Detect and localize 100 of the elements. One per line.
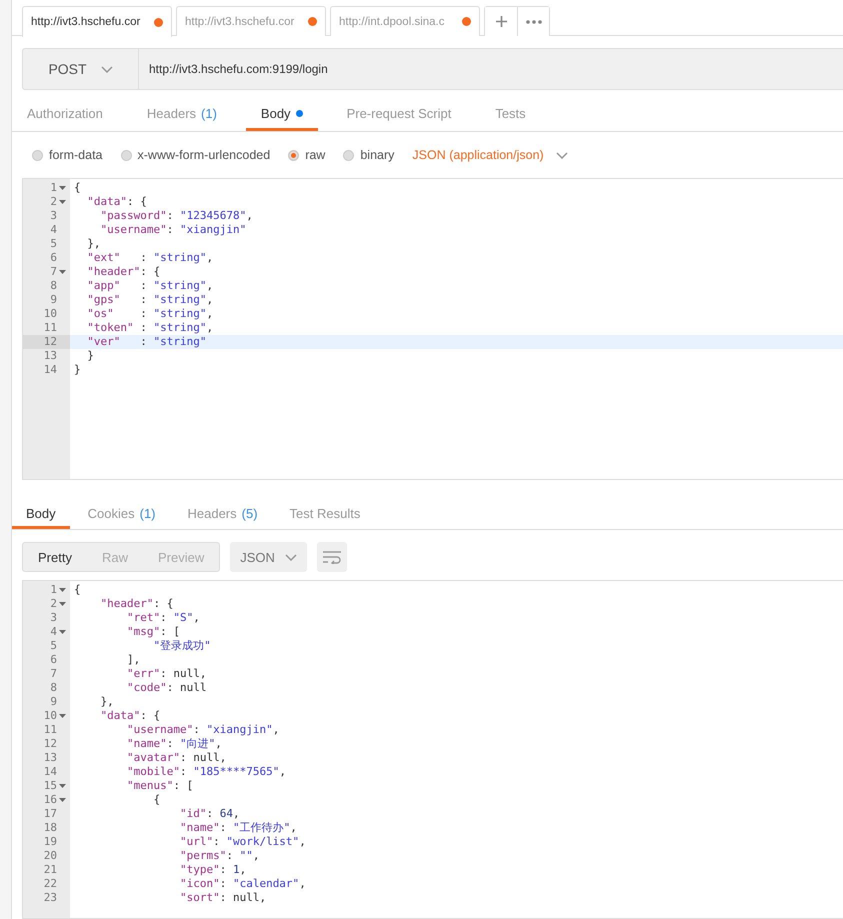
fold-arrow-icon[interactable] (58, 602, 66, 606)
line-number: 16 (44, 793, 57, 807)
wrap-icon (322, 550, 342, 564)
method-dropdown[interactable]: POST (22, 48, 139, 90)
code-line: "username": "xiangjin" (99, 223, 246, 237)
line-number: 4 (50, 625, 57, 639)
more-tabs-button[interactable] (517, 7, 549, 36)
line-number: 13 (44, 751, 57, 765)
code-line: "name": "向进", (126, 737, 222, 751)
body-mode-radio[interactable]: binary (343, 148, 394, 162)
code-line: "登录成功" (152, 639, 211, 653)
response-section-tab[interactable]: Headers (5) (174, 500, 272, 529)
request-tab[interactable]: http://ivt3.hschefu.cor (22, 6, 172, 37)
line-number: 7 (50, 667, 57, 681)
plus-icon (496, 16, 506, 27)
view-mode-button[interactable]: Raw (86, 543, 143, 571)
code-line: }, (99, 695, 114, 709)
line-number: 2 (50, 597, 57, 611)
line-number: 1 (50, 181, 57, 195)
line-number: 21 (44, 863, 57, 877)
chevron-down-icon (100, 66, 113, 72)
code-line: "perms": "", (178, 849, 260, 863)
code-line: "menus": [ (126, 779, 194, 793)
line-number: 9 (50, 695, 57, 709)
more-icon (526, 20, 542, 24)
code-line: "ret": "S", (126, 611, 200, 625)
line-number: 12 (44, 737, 57, 751)
code-line: "avatar": null, (126, 751, 226, 765)
fold-arrow-icon[interactable] (58, 714, 66, 718)
fold-arrow-icon[interactable] (58, 588, 66, 592)
body-mode-radio[interactable]: x-www-form-urlencoded (120, 148, 270, 162)
response-section-tab[interactable]: Body (12, 500, 70, 529)
code-line: { (73, 181, 81, 195)
code-line: { (152, 793, 160, 807)
request-section-tab[interactable]: Body (246, 98, 318, 131)
code-line: "password": "12345678", (99, 209, 253, 223)
line-number: 8 (50, 681, 57, 695)
code-line: "code": null (126, 681, 206, 695)
chevron-down-icon (556, 152, 568, 158)
request-section-tab[interactable]: Authorization (12, 98, 118, 131)
body-mode-radio[interactable]: form-data (32, 148, 102, 162)
request-section-tab[interactable]: Pre-request Script (332, 98, 466, 131)
code-line: "type": 1, (178, 863, 246, 877)
body-type-dropdown[interactable]: JSON (application/json) (412, 148, 568, 162)
code-line: { (73, 583, 81, 597)
line-number: 12 (44, 335, 57, 349)
wrap-lines-button[interactable] (316, 542, 347, 572)
request-tab[interactable]: http://ivt3.hschefu.cor (176, 6, 326, 36)
code-line: "icon": "calendar", (178, 877, 306, 891)
new-tab-button[interactable] (485, 7, 517, 36)
code-line: }, (86, 237, 100, 251)
line-number: 15 (44, 779, 57, 793)
line-number: 10 (44, 307, 57, 321)
code-line: "err": null, (126, 667, 206, 681)
view-mode-button[interactable]: Preview (142, 543, 220, 571)
request-section-tab[interactable]: Tests (480, 98, 541, 131)
code-line: "data": { (99, 709, 160, 723)
line-number: 3 (50, 611, 57, 625)
request-section-tab[interactable]: Headers (1) (132, 98, 232, 131)
code-line: "sort": null, (178, 891, 266, 905)
line-number: 2 (50, 195, 57, 209)
line-number: 23 (44, 891, 57, 905)
response-section-tab[interactable]: Cookies (1) (74, 500, 170, 529)
url-field[interactable]: http://ivt3.hschefu.com:9199/login (139, 48, 843, 90)
line-number: 7 (50, 265, 57, 279)
fold-arrow-icon[interactable] (58, 200, 66, 204)
line-number: 6 (50, 653, 57, 667)
code-line: "ver" : "string" (86, 335, 206, 349)
line-number: 14 (44, 765, 57, 779)
code-line: "username": "xiangjin", (126, 723, 280, 737)
request-tab[interactable]: http://int.dpool.sina.c (330, 6, 480, 36)
fold-arrow-icon[interactable] (58, 630, 66, 634)
view-mode-button[interactable]: Pretty (23, 543, 87, 571)
code-line: "name": "工作待办", (178, 821, 297, 835)
line-number: 9 (50, 293, 57, 307)
code-line: } (73, 363, 81, 377)
line-number: 11 (44, 321, 57, 335)
code-line: "url": "work/list", (178, 835, 306, 849)
fold-arrow-icon[interactable] (58, 798, 66, 802)
code-line: "msg": [ (126, 625, 180, 639)
line-number: 11 (44, 723, 57, 737)
code-line: } (86, 349, 94, 363)
line-number: 4 (50, 223, 57, 237)
line-number: 5 (50, 237, 57, 251)
line-number: 6 (50, 251, 57, 265)
code-line: "app" : "string", (86, 279, 214, 293)
fold-arrow-icon[interactable] (58, 784, 66, 788)
code-line: "ext" : "string", (86, 251, 214, 265)
body-mode-radio[interactable]: raw (288, 148, 326, 162)
line-number: 1 (50, 583, 57, 597)
fold-arrow-icon[interactable] (58, 270, 66, 274)
code-line: "gps" : "string", (86, 293, 214, 307)
format-dropdown[interactable]: JSON (230, 542, 307, 572)
line-number: 3 (50, 209, 57, 223)
chevron-down-icon (284, 554, 297, 560)
fold-arrow-icon[interactable] (58, 186, 66, 190)
line-number: 10 (44, 709, 57, 723)
line-number: 22 (44, 877, 57, 891)
response-section-tab[interactable]: Test Results (276, 500, 374, 529)
line-number: 13 (44, 349, 57, 363)
